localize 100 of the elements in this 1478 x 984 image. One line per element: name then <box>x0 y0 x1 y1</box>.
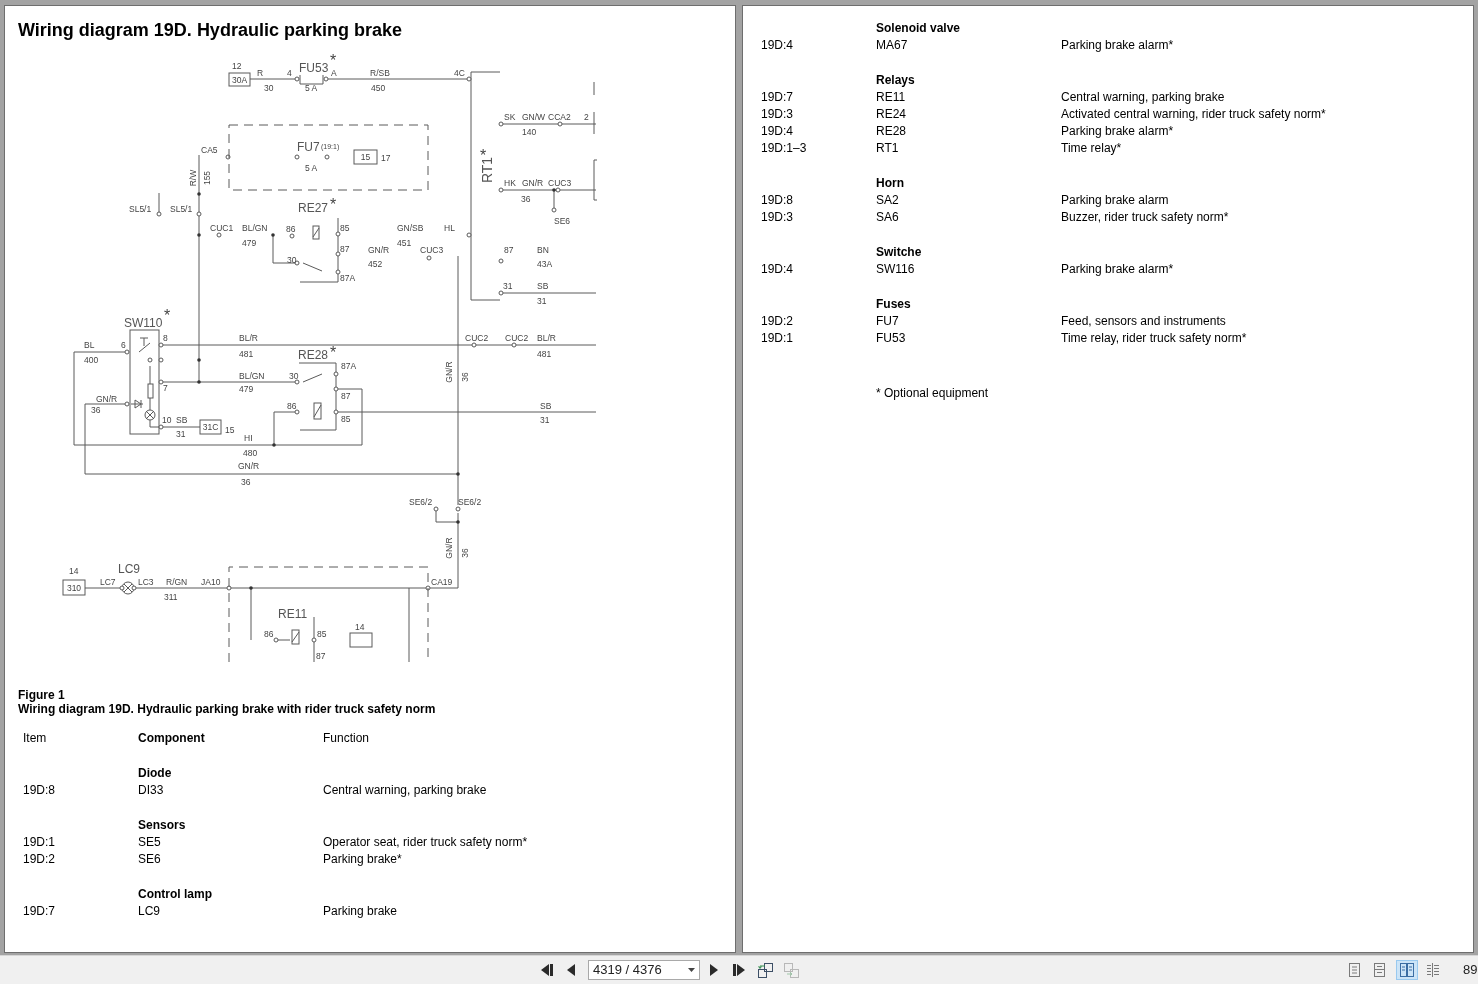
wire-label: CCA2 <box>548 112 571 122</box>
wire-label: 85 <box>340 223 350 233</box>
wire-label: 14 <box>355 622 365 632</box>
wire-label: 8 <box>163 333 168 343</box>
group-heading: Solenoid valve <box>876 21 961 35</box>
wire-label: 85 <box>341 414 351 424</box>
wire-label: GN/R <box>238 461 260 471</box>
table-cell: Parking brake alarm* <box>1061 38 1174 52</box>
table-cell: Parking brake alarm* <box>1061 262 1174 276</box>
table-cell: SE5 <box>138 835 161 849</box>
wire-label: 86 <box>264 629 274 639</box>
group-heading: Relays <box>876 73 915 87</box>
table-cell: Parking brake* <box>323 852 402 866</box>
table-cell: 19D:3 <box>761 107 794 121</box>
page-number-field[interactable]: 4319 / 4376 <box>588 960 700 980</box>
table-cell: 19D:1–3 <box>761 141 807 155</box>
two-page-view-button[interactable] <box>1396 960 1418 980</box>
figure-caption: Wiring diagram 19D. Hydraulic parking brake with rider truck safety norm <box>18 702 436 716</box>
table-cell: 19D:8 <box>761 193 794 207</box>
group-heading: Switche <box>876 245 922 259</box>
wire-label: 87 <box>340 244 350 254</box>
table-cell: MA67 <box>876 38 908 52</box>
group-heading: Sensors <box>138 818 186 832</box>
wire-label: CA5 <box>201 145 218 155</box>
component-label: RE27 <box>298 201 329 215</box>
wire-label: HK <box>504 178 516 188</box>
wire-label: 85 <box>317 629 327 639</box>
two-columns-icon <box>1426 963 1440 977</box>
wire-label: CUC2 <box>505 333 529 343</box>
wire-label: 481 <box>537 349 552 359</box>
figure-label: Figure 1 <box>18 688 65 702</box>
wire-label: CUC3 <box>548 178 572 188</box>
wire-label: GN/R <box>368 245 390 255</box>
table-cell: 19D:1 <box>23 835 56 849</box>
page-title: Wiring diagram 19D. Hydraulic parking brake <box>18 19 402 42</box>
wire-label: CUC3 <box>420 245 444 255</box>
table-cell: 19D:7 <box>23 904 56 918</box>
wire-label: 14 <box>69 566 79 576</box>
wire-label: 481 <box>239 349 254 359</box>
wire-label: R/W <box>188 169 198 187</box>
table-cell: Central warning, parking brake <box>323 783 487 797</box>
table-cell: 19D:4 <box>761 38 794 52</box>
wire-label: GN/R <box>96 394 118 404</box>
wire-label: 87A <box>341 361 357 371</box>
wire-label: HL <box>444 223 455 233</box>
previous-page-icon <box>567 964 575 976</box>
table-cell: Time relay, rider truck safety norm* <box>1061 331 1247 345</box>
wire-label: 4C <box>454 68 465 78</box>
group-heading: Control lamp <box>138 887 212 901</box>
wire-label: GN/R <box>444 537 454 559</box>
table-cell: LC9 <box>138 904 160 918</box>
table-cell: RT1 <box>876 141 899 155</box>
table-cell: Feed, sensors and instruments <box>1061 314 1226 328</box>
table-cell: SW116 <box>876 262 915 276</box>
table-cell: Parking brake alarm* <box>1061 124 1174 138</box>
wire-label: 31 <box>537 296 547 306</box>
wire-label: BN <box>537 245 549 255</box>
wire-label: BL/R <box>537 333 556 343</box>
last-page-icon <box>733 964 745 976</box>
wire-label: 36 <box>241 477 251 487</box>
wire-label: R/GN <box>166 577 188 587</box>
wire-label: SE6/2 <box>409 497 433 507</box>
wire-label: 15 <box>225 425 235 435</box>
connector-box: 310 <box>62 579 86 596</box>
group-heading: Horn <box>876 176 904 190</box>
wire-label: LC3 <box>138 577 154 587</box>
wire-label: GN/W <box>522 112 546 122</box>
first-page-icon <box>541 964 553 976</box>
wire-label: 36 <box>460 372 470 382</box>
wire-label: 31 <box>176 429 186 439</box>
table-cell: FU53 <box>876 331 906 345</box>
wire-label: 87 <box>341 391 351 401</box>
table-cell: RE11 <box>876 90 906 104</box>
wire-label: 87 <box>316 651 326 661</box>
table-cell: 19D:2 <box>23 852 56 866</box>
wire-label: 5 A <box>305 163 318 173</box>
wire-label: SB <box>176 415 188 425</box>
wire-label: LC7 <box>100 577 116 587</box>
wire-label: BL/GN <box>242 223 268 233</box>
dropdown-caret-icon <box>688 968 695 972</box>
wire-label: 31 <box>540 415 550 425</box>
wire-label: CA19 <box>431 577 453 587</box>
wire-label: CUC1 <box>210 223 234 233</box>
wire-label: 10 <box>162 415 172 425</box>
wire-label: 451 <box>397 238 412 248</box>
wire-label: SL5/1 <box>170 204 193 214</box>
column-header: Component <box>138 731 205 745</box>
connector-box: 15 <box>353 149 378 165</box>
wire-label: 479 <box>239 384 254 394</box>
table-cell: Central warning, parking brake <box>1061 90 1225 104</box>
wire-label: 400 <box>84 355 99 365</box>
table-cell: 19D:8 <box>23 783 56 797</box>
stacked-pages-icon <box>1373 963 1387 977</box>
wire-label: 31 <box>503 281 513 291</box>
wire-label: BL/GN <box>239 371 265 381</box>
wire-label: 480 <box>243 448 258 458</box>
zoom-level: 89 <box>1463 961 1478 980</box>
wire-label: SL5/1 <box>129 204 152 214</box>
wire-label: 36 <box>521 194 531 204</box>
table-cell: Operator seat, rider truck safety norm* <box>323 835 528 849</box>
